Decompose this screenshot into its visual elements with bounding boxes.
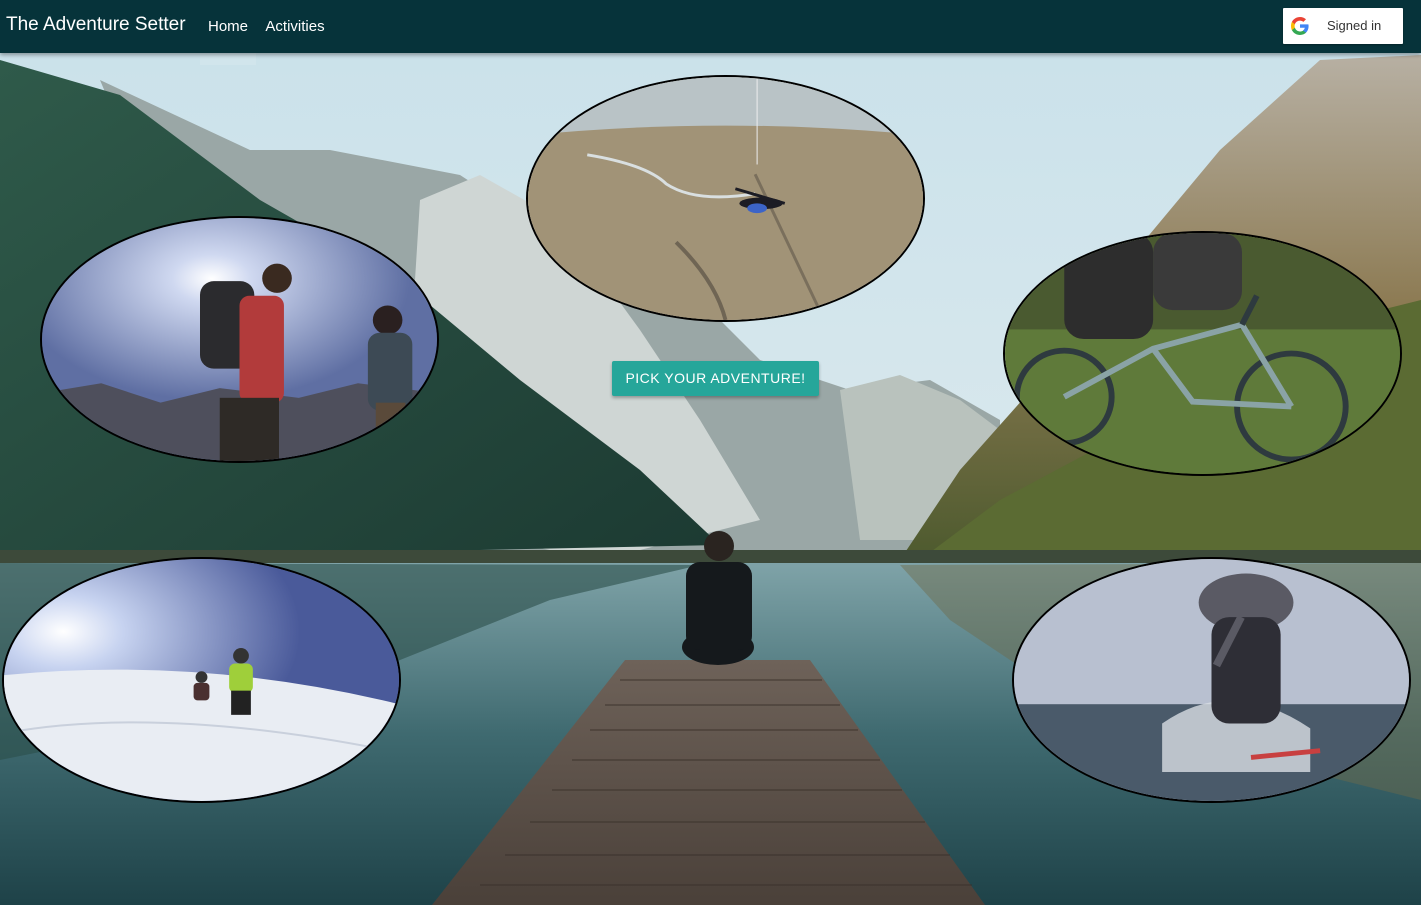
brand-logo-link[interactable]: The Adventure Setter bbox=[6, 14, 186, 36]
hiking-video[interactable] bbox=[40, 216, 439, 463]
surfing-video[interactable] bbox=[1012, 557, 1411, 803]
nav-link-home[interactable]: Home bbox=[200, 0, 256, 53]
signin-label: Signed in bbox=[1327, 18, 1382, 33]
skydiving-video[interactable] bbox=[526, 75, 925, 322]
nav-link-activities[interactable]: Activities bbox=[262, 0, 328, 53]
skier-2-figure bbox=[193, 671, 210, 701]
elephant-surfer-figure bbox=[1198, 573, 1294, 724]
top-navbar: The Adventure Setter Home Activities Sig… bbox=[0, 0, 1421, 53]
mountain-biking-video[interactable] bbox=[1003, 231, 1402, 476]
skiing-video[interactable] bbox=[2, 557, 401, 803]
google-signin-button[interactable]: Signed in bbox=[1283, 8, 1403, 44]
google-g-icon bbox=[1291, 17, 1309, 35]
home-page: The Adventure Setter Home Activities Sig… bbox=[0, 0, 1421, 905]
pick-your-adventure-button[interactable]: PICK YOUR ADVENTURE! bbox=[612, 361, 819, 396]
